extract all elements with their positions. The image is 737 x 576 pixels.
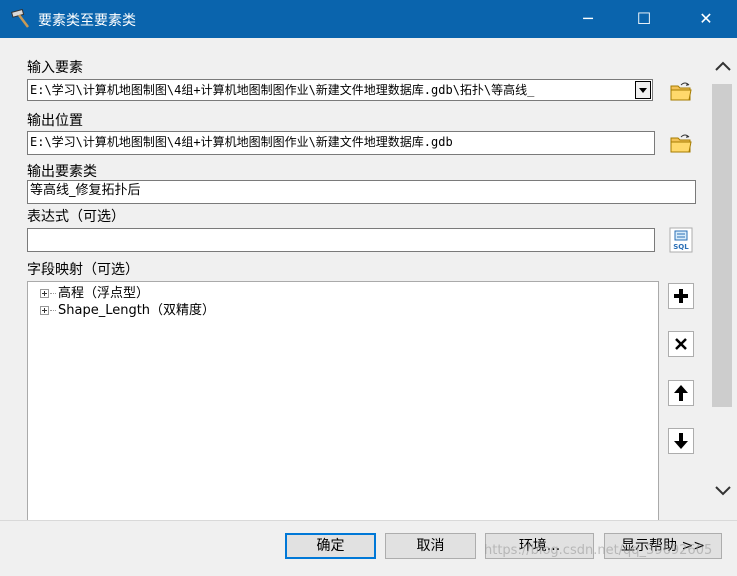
input-features-dropdown[interactable]: E:\学习\计算机地图制图\4组+计算机地图制图作业\新建文件地理数据库.gdb… (27, 79, 653, 101)
tree-item-label: 高程（浮点型） (58, 286, 150, 301)
remove-icon (675, 338, 687, 350)
add-field-button[interactable] (668, 283, 694, 309)
expand-icon[interactable] (40, 289, 49, 298)
vertical-scrollbar[interactable] (710, 48, 736, 518)
close-button[interactable]: ✕ (683, 0, 729, 38)
tree-connector (50, 310, 56, 311)
tree-connector (50, 293, 56, 294)
tree-item-label: Shape_Length（双精度） (58, 303, 216, 318)
add-icon (674, 289, 688, 303)
up-arrow-icon (674, 385, 688, 401)
window-title: 要素类至要素类 (38, 13, 136, 29)
move-up-button[interactable] (668, 380, 694, 406)
tree-item[interactable]: 高程（浮点型） (40, 285, 149, 303)
tree-item[interactable]: Shape_Length（双精度） (40, 302, 215, 320)
title-bar: 要素类至要素类 ─ ☐ ✕ (0, 0, 737, 38)
expand-icon[interactable] (40, 306, 49, 315)
minimize-button[interactable]: ─ (565, 0, 611, 38)
expression-input[interactable] (27, 228, 655, 252)
chevron-down-icon (715, 486, 731, 496)
sql-icon[interactable]: SQL (668, 227, 694, 253)
field-map-tree[interactable]: 高程（浮点型） Shape_Length（双精度） (27, 281, 659, 521)
open-folder-icon[interactable] (668, 130, 694, 156)
hammer-icon (11, 9, 29, 28)
cancel-button[interactable]: 取消 (385, 533, 476, 559)
open-folder-icon[interactable] (668, 78, 694, 104)
input-features-label: 输入要素 (27, 60, 83, 76)
maximize-button[interactable]: ☐ (621, 0, 667, 38)
output-feature-class-label: 输出要素类 (27, 164, 97, 180)
svg-text:SQL: SQL (673, 243, 689, 251)
field-map-label: 字段映射（可选） (27, 262, 139, 278)
output-feature-class-input[interactable]: 等高线_修复拓扑后 (27, 180, 696, 204)
scroll-thumb[interactable] (712, 84, 732, 407)
input-features-value: E:\学习\计算机地图制图\4组+计算机地图制图作业\新建文件地理数据库.gdb… (30, 83, 535, 97)
ok-button[interactable]: 确定 (285, 533, 376, 559)
expression-label: 表达式（可选） (27, 209, 125, 225)
remove-field-button[interactable] (668, 331, 694, 357)
watermark: https://blog.csdn.net/qq_39692605 (484, 543, 713, 558)
scroll-down-button[interactable] (710, 478, 736, 508)
down-arrow-icon (674, 433, 688, 449)
chevron-down-icon[interactable] (635, 81, 651, 99)
output-location-label: 输出位置 (27, 113, 83, 129)
move-down-button[interactable] (668, 428, 694, 454)
output-location-input[interactable]: E:\学习\计算机地图制图\4组+计算机地图制图作业\新建文件地理数据库.gdb (27, 131, 655, 155)
scroll-up-button[interactable] (710, 54, 736, 84)
chevron-up-icon (715, 61, 731, 71)
